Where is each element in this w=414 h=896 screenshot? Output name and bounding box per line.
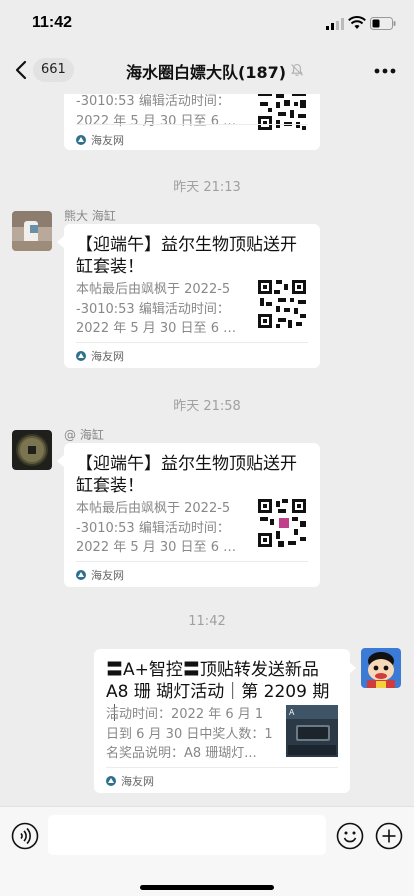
- avatar-cartoon: [361, 648, 401, 688]
- status-bar: 11:42: [0, 0, 414, 46]
- card-description-line: 活动时间：2022 年 6 月 1: [106, 707, 264, 722]
- message-input[interactable]: [48, 815, 326, 855]
- back-icon[interactable]: [14, 60, 28, 80]
- message-list[interactable]: -3010:53 编辑活动时间： 2022 年 5 月 30 日至 6 月...…: [0, 94, 414, 806]
- mute-icon: [291, 63, 303, 76]
- card-source: 海友网: [76, 348, 124, 364]
- avatar-photo: [12, 211, 52, 251]
- card-description-line: 本帖最后由飒枫于 2022-5: [76, 282, 231, 297]
- card-description: 本帖最后由飒枫于 2022-5 -3010:53 编辑活动时间： 2022 年 …: [76, 499, 246, 558]
- card-title: 【迎端午】益尔生物顶贴送开缸套装！: [76, 235, 297, 277]
- avatar-photo: [12, 430, 52, 470]
- source-logo-icon: [76, 570, 86, 580]
- wifi-icon: [348, 16, 366, 29]
- card-title: 【迎端午】益尔生物顶贴送开缸套装！: [76, 454, 297, 496]
- card-source-label: 海友网: [91, 569, 124, 582]
- product-thumbnail: A: [286, 705, 338, 757]
- source-logo-icon: [106, 776, 116, 786]
- bubble-tail: [57, 236, 64, 248]
- card-source: 海友网: [106, 773, 154, 789]
- card-description-line: 2022 年 5 月 30 日至 6 月...: [76, 321, 246, 336]
- card-source-label: 海友网: [121, 775, 154, 788]
- status-time: 11:42: [32, 14, 73, 31]
- card-divider: [76, 342, 308, 343]
- source-logo-icon: [76, 351, 86, 361]
- emoji-icon[interactable]: [336, 822, 364, 850]
- card-description-line: -3010:53 编辑活动时间：: [76, 301, 230, 317]
- unread-count-badge[interactable]: 661: [33, 58, 74, 82]
- add-icon[interactable]: [375, 822, 403, 850]
- card-divider: [76, 124, 308, 125]
- link-card-message[interactable]: 〓A+智控〓顶贴转发送新品 A8 珊 瑚灯活动｜第 2209 期｜ 活动时间：2…: [94, 649, 350, 793]
- chat-title: 海水圈白嫖大队(187): [126, 63, 287, 82]
- card-source-label: 海友网: [91, 134, 124, 147]
- battery-icon: [370, 17, 396, 30]
- qr-code-thumbnail: [256, 94, 308, 132]
- card-description-line: -3010:53 编辑活动时间：: [76, 520, 230, 536]
- card-description-line: -3010:53 编辑活动时间：: [76, 94, 230, 109]
- avatar[interactable]: [12, 430, 52, 470]
- input-bar: [0, 806, 414, 896]
- timestamp-divider: 11:42: [188, 614, 226, 629]
- card-description-line: 本帖最后由飒枫于 2022-5: [76, 501, 231, 516]
- qr-code-thumbnail: [256, 497, 308, 549]
- link-card-message[interactable]: 【迎端午】益尔生物顶贴送开缸套装！ 本帖最后由飒枫于 2022-5 -3010:…: [64, 224, 320, 368]
- card-description: -3010:53 编辑活动时间： 2022 年 5 月 30 日至 6 月...: [76, 94, 246, 131]
- card-source-label: 海友网: [91, 350, 124, 363]
- timestamp-divider: 昨天 21:13: [173, 180, 241, 195]
- card-description-line: 2022 年 5 月 30 日至 6 月...: [76, 113, 246, 129]
- bubble-tail: [349, 662, 356, 674]
- card-description: 本帖最后由飒枫于 2022-5 -3010:53 编辑活动时间： 2022 年 …: [76, 280, 246, 339]
- chat-header: 661 海水圈白嫖大队(187): [0, 46, 414, 94]
- timestamp-divider: 昨天 21:58: [173, 399, 241, 414]
- card-description-line: 2022 年 5 月 30 日至 6 月...: [76, 540, 246, 555]
- signal-icon: [326, 18, 344, 30]
- qr-code-thumbnail: [256, 278, 308, 330]
- card-divider: [106, 767, 338, 768]
- voice-icon[interactable]: [11, 822, 39, 850]
- more-icon[interactable]: [374, 68, 396, 74]
- source-logo-icon: [76, 135, 86, 145]
- sender-name: @ 海缸: [64, 428, 104, 442]
- avatar[interactable]: [12, 211, 52, 251]
- card-description-line: 日到 6 月 30 日中奖人数：1: [106, 726, 273, 742]
- sender-name: 熊大 海缸: [64, 209, 116, 223]
- svg-text:A: A: [289, 708, 295, 717]
- avatar[interactable]: [361, 648, 401, 688]
- bubble-tail: [57, 455, 64, 467]
- card-source: 海友网: [76, 132, 124, 148]
- link-card-message[interactable]: -3010:53 编辑活动时间： 2022 年 5 月 30 日至 6 月...…: [64, 94, 320, 150]
- card-description: 活动时间：2022 年 6 月 1 日到 6 月 30 日中奖人数：1 名奖品说…: [106, 705, 276, 764]
- link-card-message[interactable]: 【迎端午】益尔生物顶贴送开缸套装！ 本帖最后由飒枫于 2022-5 -3010:…: [64, 443, 320, 587]
- card-source: 海友网: [76, 567, 124, 583]
- card-description-line: 名奖品说明：A8 珊瑚灯...: [106, 746, 257, 761]
- home-indicator: [140, 885, 274, 890]
- card-divider: [76, 561, 308, 562]
